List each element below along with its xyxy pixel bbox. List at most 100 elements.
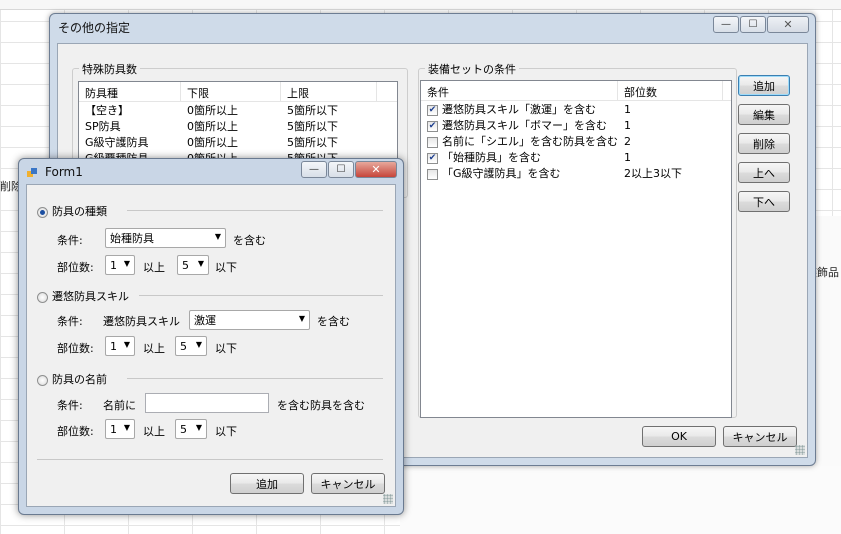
cell-max: 5箇所以下: [287, 136, 338, 149]
form1-title: Form1: [45, 165, 83, 179]
radio-indicator[interactable]: [37, 206, 48, 218]
contains-label: を含む: [317, 315, 350, 328]
max-suffix-label: 以下: [215, 425, 237, 438]
set-conditions-group: 装備セットの条件 条件 部位数 ✔ 遷悠防具スキル「激運」を含む 1 ✔ 遷悠防具ス…: [418, 61, 737, 418]
form1-cancel-button[interactable]: キャンセル: [311, 473, 385, 494]
list-item[interactable]: 【空き】 0箇所以上 5箇所以下: [79, 102, 397, 118]
resize-grip[interactable]: [383, 494, 393, 504]
add-button[interactable]: 追加: [738, 75, 790, 96]
contains-label: を含む: [233, 234, 266, 247]
cell-min: 0箇所以上: [187, 104, 238, 117]
minimize-icon[interactable]: —: [713, 16, 739, 33]
column-part-count[interactable]: 部位数: [618, 81, 723, 100]
set-conditions-list[interactable]: 条件 部位数 ✔ 遷悠防具スキル「激運」を含む 1 ✔ 遷悠防具スキル「ボマー」を含…: [420, 80, 732, 418]
column-armor-type[interactable]: 防具種: [79, 82, 181, 101]
skill-prefix-label: 遷悠防具スキル: [103, 315, 180, 328]
ok-button[interactable]: OK: [642, 426, 716, 447]
min-suffix-label: 以上: [143, 342, 165, 355]
armor-type-select[interactable]: 始種防具 ▼: [105, 228, 226, 248]
max-count-select[interactable]: 5 ▼: [175, 419, 207, 439]
radio-skill-label: 遷悠防具スキル: [52, 290, 129, 303]
column-condition[interactable]: 条件: [421, 81, 618, 100]
row-checkbox[interactable]: ✔: [427, 120, 438, 132]
radio-skill[interactable]: 遷悠防具スキル: [37, 288, 129, 304]
radio-indicator[interactable]: [37, 374, 48, 386]
list-item[interactable]: 名前に「シエル」を含む防具を含む 2: [421, 133, 731, 149]
part-count: 1: [624, 102, 631, 116]
list-item[interactable]: ✔ 「始種防具」を含む 1: [421, 149, 731, 165]
list-item[interactable]: ✔ 遷悠防具スキル「激運」を含む 1: [421, 101, 731, 117]
form1-add-button[interactable]: 追加: [230, 473, 304, 494]
cell-max: 5箇所以下: [287, 120, 338, 133]
radio-armor-type-label: 防具の種類: [52, 205, 107, 218]
condition-text: 遷悠防具スキル「激運」を含む: [442, 103, 596, 116]
radio-armor-name[interactable]: 防具の名前: [37, 371, 107, 387]
caption-buttons: — ☐ ✕: [712, 16, 809, 33]
cell-min: 0箇所以上: [187, 136, 238, 149]
condition-label: 条件:: [57, 399, 83, 412]
min-suffix-label: 以上: [143, 425, 165, 438]
chevron-down-icon: ▼: [195, 340, 202, 349]
background-top-strip: [0, 0, 841, 10]
row-checkbox[interactable]: ✔: [427, 152, 438, 164]
maximize-icon[interactable]: ☐: [740, 16, 766, 33]
list-item[interactable]: SP防具 0箇所以上 5箇所以下: [79, 118, 397, 134]
part-count: 2以上3以下: [624, 167, 682, 180]
maximize-icon[interactable]: ☐: [328, 161, 354, 178]
armor-name-input[interactable]: [145, 393, 269, 413]
part-count-label: 部位数:: [57, 261, 94, 274]
max-count-value: 5: [180, 422, 187, 436]
radio-indicator[interactable]: [37, 291, 48, 303]
form1-window: Form1 — ☐ ✕ 防具の種類 条件: 始種防具 ▼ を含む 部位数: 1 …: [18, 158, 404, 515]
list-item[interactable]: ✔ 遷悠防具スキル「ボマー」を含む 1: [421, 117, 731, 133]
delete-button[interactable]: 削除: [738, 133, 790, 154]
max-suffix-label: 以下: [215, 261, 237, 274]
chevron-down-icon: ▼: [123, 423, 130, 432]
cancel-button[interactable]: キャンセル: [723, 426, 797, 447]
min-count-value: 1: [110, 422, 117, 436]
row-checkbox[interactable]: [427, 136, 438, 148]
list-item[interactable]: 「G級守護防具」を含む 2以上3以下: [421, 165, 731, 181]
part-count: 2: [624, 134, 631, 148]
max-count-select[interactable]: 5 ▼: [175, 336, 207, 356]
chevron-down-icon: ▼: [195, 423, 202, 432]
form1-caption-buttons: — ☐ ✕: [300, 161, 397, 178]
chevron-down-icon: ▼: [123, 340, 130, 349]
footer-divider: [37, 459, 383, 460]
max-count-select[interactable]: 5 ▼: [177, 255, 209, 275]
skill-select[interactable]: 激運 ▼: [189, 310, 310, 330]
set-conditions-legend: 装備セットの条件: [425, 61, 519, 77]
close-icon[interactable]: ✕: [355, 161, 397, 178]
part-count: 1: [624, 150, 631, 164]
list-item[interactable]: G級守護防具 0箇所以上 5箇所以下: [79, 134, 397, 150]
section-divider: [127, 210, 383, 211]
close-icon[interactable]: ✕: [767, 16, 809, 33]
column-max[interactable]: 上限: [281, 82, 377, 101]
background-bottom-area: [400, 466, 841, 534]
row-checkbox[interactable]: ✔: [427, 104, 438, 116]
minimize-icon[interactable]: —: [301, 161, 327, 178]
condition-text: 遷悠防具スキル「ボマー」を含む: [442, 119, 607, 132]
row-checkbox[interactable]: [427, 168, 438, 180]
cell-armor-type: 【空き】: [85, 104, 129, 117]
resize-grip[interactable]: [795, 445, 805, 455]
edit-button[interactable]: 編集: [738, 104, 790, 125]
min-count-select[interactable]: 1 ▼: [105, 255, 135, 275]
form1-client: 防具の種類 条件: 始種防具 ▼ を含む 部位数: 1 ▼ 以上 5 ▼ 以下 …: [26, 184, 396, 507]
chevron-down-icon: ▼: [123, 259, 130, 268]
min-count-select[interactable]: 1 ▼: [105, 419, 135, 439]
radio-armor-type[interactable]: 防具の種類: [37, 203, 107, 219]
min-count-value: 1: [110, 339, 117, 353]
special-armor-legend: 特殊防具数: [79, 61, 140, 77]
cell-max: 5箇所以下: [287, 104, 338, 117]
move-up-button[interactable]: 上へ: [738, 162, 790, 183]
max-suffix-label: 以下: [215, 342, 237, 355]
name-prefix-label: 名前に: [103, 399, 136, 412]
move-down-button[interactable]: 下へ: [738, 191, 790, 212]
condition-text: 「G級守護防具」を含む: [442, 167, 561, 180]
max-count-value: 5: [182, 258, 189, 272]
max-count-value: 5: [180, 339, 187, 353]
column-min[interactable]: 下限: [181, 82, 281, 101]
min-suffix-label: 以上: [143, 261, 165, 274]
min-count-select[interactable]: 1 ▼: [105, 336, 135, 356]
